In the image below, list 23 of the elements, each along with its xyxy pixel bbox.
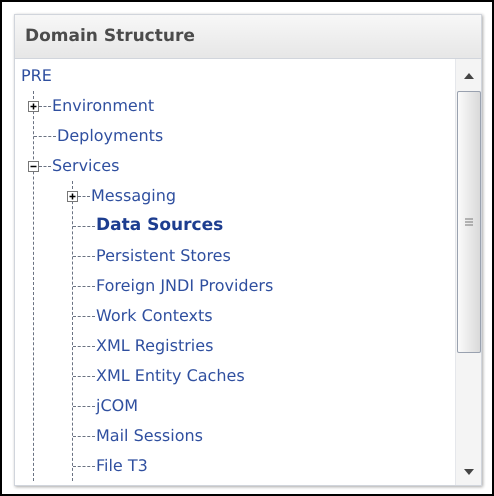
- tree-link[interactable]: PRE: [21, 64, 52, 88]
- tree-link[interactable]: File T3: [96, 454, 148, 478]
- tree-link[interactable]: Work Contexts: [96, 304, 213, 328]
- tree-link[interactable]: Messaging: [91, 184, 176, 208]
- tree-link[interactable]: Deployments: [57, 124, 164, 148]
- scrollbar[interactable]: [455, 59, 481, 485]
- tree-link[interactable]: Persistent Stores: [96, 244, 231, 268]
- tree-link[interactable]: Data Sources: [96, 213, 224, 239]
- panel-title: Domain Structure: [25, 24, 195, 48]
- expand-icon[interactable]: [28, 100, 39, 112]
- tree-link[interactable]: Environment: [52, 94, 154, 118]
- scroll-down-icon[interactable]: [464, 469, 474, 475]
- tree-link[interactable]: XML Entity Caches: [96, 364, 245, 388]
- tree-link[interactable]: Mail Sessions: [96, 424, 203, 448]
- grip-icon: [464, 218, 472, 226]
- scrollbar-thumb[interactable]: [456, 91, 480, 353]
- scroll-up-icon[interactable]: [464, 73, 474, 79]
- tree-link[interactable]: Foreign JNDI Providers: [96, 274, 274, 298]
- expand-icon[interactable]: [67, 190, 78, 202]
- tree-link[interactable]: XML Registries: [96, 334, 214, 358]
- tree-link[interactable]: jCOM: [96, 394, 138, 418]
- tree-link[interactable]: Services: [52, 154, 120, 178]
- collapse-icon[interactable]: [28, 160, 39, 172]
